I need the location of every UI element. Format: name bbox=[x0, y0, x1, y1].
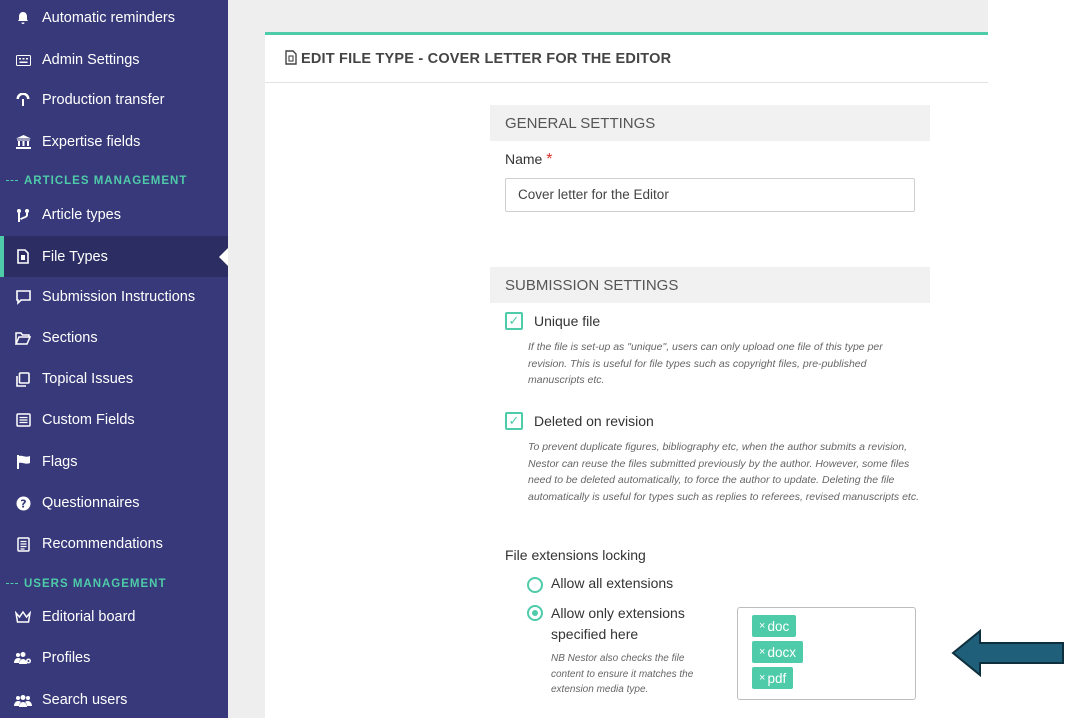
sidebar-item-article-types[interactable]: Article types bbox=[0, 195, 228, 235]
sidebar-item-label: Article types bbox=[42, 207, 121, 223]
svg-text:?: ? bbox=[20, 497, 26, 510]
allow-all-extensions-label: Allow all extensions bbox=[551, 575, 674, 591]
general-settings-heading: GENERAL SETTINGS bbox=[490, 105, 930, 141]
sidebar-item-label: Production transfer bbox=[42, 92, 165, 108]
sidebar: Automatic reminders Admin Settings Produ… bbox=[0, 0, 228, 718]
allow-only-extensions-label: Allow only extensions specified here bbox=[551, 605, 685, 642]
transfer-icon bbox=[14, 91, 32, 109]
file-icon bbox=[285, 49, 297, 68]
extensions-help: NB Nestor also checks the file content t… bbox=[551, 653, 694, 695]
deleted-on-revision-checkbox[interactable]: ✓ bbox=[505, 412, 523, 430]
sidebar-item-label: File Types bbox=[42, 248, 108, 265]
allow-all-extensions-radio[interactable] bbox=[527, 577, 543, 593]
sidebar-item-submission-instructions[interactable]: Submission Instructions bbox=[0, 277, 228, 317]
extension-tag[interactable]: × pdf bbox=[752, 667, 794, 689]
remove-tag-icon[interactable]: × bbox=[759, 646, 765, 658]
sidebar-item-topical-issues[interactable]: Topical Issues bbox=[0, 359, 228, 399]
section-label-articles: ARTICLES MANAGEMENT bbox=[6, 175, 187, 187]
left-arrow-icon bbox=[950, 628, 1066, 683]
sidebar-item-search-users[interactable]: Search users bbox=[0, 680, 228, 720]
sidebar-item-label: Automatic reminders bbox=[42, 10, 175, 26]
flag-icon bbox=[14, 453, 32, 471]
document-icon bbox=[14, 535, 32, 553]
sidebar-item-sections[interactable]: Sections bbox=[0, 318, 228, 358]
keyboard-icon bbox=[14, 51, 32, 69]
sidebar-item-label: Profiles bbox=[42, 650, 91, 666]
extensions-tag-input[interactable]: × doc × docx × pdf bbox=[737, 607, 916, 700]
list-icon bbox=[14, 411, 32, 429]
sidebar-item-custom-fields[interactable]: Custom Fields bbox=[0, 400, 228, 440]
file-extensions-label: File extensions locking bbox=[505, 547, 646, 563]
sidebar-item-recommendations[interactable]: Recommendations bbox=[0, 524, 228, 564]
sidebar-item-admin-settings[interactable]: Admin Settings bbox=[0, 40, 228, 80]
sidebar-item-profiles[interactable]: Profiles bbox=[0, 638, 228, 678]
sidebar-item-editorial-board[interactable]: Editorial board bbox=[0, 597, 228, 637]
branch-icon bbox=[14, 206, 32, 224]
remove-tag-icon[interactable]: × bbox=[759, 620, 765, 632]
sidebar-item-label: Search users bbox=[42, 692, 128, 708]
sidebar-item-label: Editorial board bbox=[42, 609, 136, 625]
top-bar bbox=[228, 0, 988, 32]
folder-open-icon bbox=[14, 329, 32, 347]
sidebar-item-label: Sections bbox=[42, 330, 98, 346]
content-gutter bbox=[228, 32, 265, 718]
sidebar-item-label: Expertise fields bbox=[42, 134, 141, 150]
file-icon bbox=[14, 248, 32, 266]
question-icon: ? bbox=[14, 494, 32, 512]
allow-only-extensions-radio[interactable] bbox=[527, 605, 543, 621]
sidebar-item-label: Custom Fields bbox=[42, 412, 135, 428]
name-field[interactable]: Cover letter for the Editor bbox=[505, 178, 915, 212]
message-icon bbox=[14, 288, 32, 306]
sidebar-item-file-types[interactable]: File Types bbox=[0, 236, 228, 277]
deleted-on-revision-label: Deleted on revision bbox=[534, 413, 654, 429]
sidebar-item-flags[interactable]: Flags bbox=[0, 442, 228, 482]
required-mark: * bbox=[546, 151, 553, 168]
unique-file-checkbox[interactable]: ✓ bbox=[505, 312, 523, 330]
sidebar-item-label: Topical Issues bbox=[42, 371, 134, 387]
users-cog-icon bbox=[14, 649, 32, 667]
remove-tag-icon[interactable]: × bbox=[759, 672, 765, 684]
copy-icon bbox=[14, 370, 32, 388]
sidebar-item-label: Flags bbox=[42, 454, 78, 470]
sidebar-item-label: Submission Instructions bbox=[42, 289, 196, 305]
name-label: Name * bbox=[505, 151, 553, 168]
page-title: EDIT FILE TYPE - COVER LETTER FOR THE ED… bbox=[301, 50, 672, 67]
sidebar-item-label: Admin Settings bbox=[42, 52, 140, 68]
extension-tag[interactable]: × doc bbox=[752, 615, 797, 637]
submission-settings-heading: SUBMISSION SETTINGS bbox=[490, 267, 930, 303]
deleted-on-revision-help: To prevent duplicate figures, bibliograp… bbox=[528, 441, 920, 503]
unique-file-label: Unique file bbox=[534, 313, 601, 329]
panel-header: EDIT FILE TYPE - COVER LETTER FOR THE ED… bbox=[265, 35, 988, 83]
bell-icon bbox=[14, 9, 32, 27]
institution-icon bbox=[14, 133, 32, 151]
sidebar-item-production-transfer[interactable]: Production transfer bbox=[0, 80, 228, 120]
crown-icon bbox=[14, 608, 32, 626]
unique-file-help: If the file is set-up as "unique", users… bbox=[528, 341, 883, 386]
section-label-users: USERS MANAGEMENT bbox=[6, 578, 167, 590]
sidebar-item-label: Recommendations bbox=[42, 536, 163, 552]
edit-file-type-panel: EDIT FILE TYPE - COVER LETTER FOR THE ED… bbox=[265, 32, 988, 721]
sidebar-item-automatic-reminders[interactable]: Automatic reminders bbox=[0, 0, 228, 38]
sidebar-item-questionnaires[interactable]: ? Questionnaires bbox=[0, 483, 228, 523]
extension-tag[interactable]: × docx bbox=[752, 641, 803, 663]
sidebar-item-label: Questionnaires bbox=[42, 495, 140, 511]
users-icon bbox=[14, 691, 32, 709]
sidebar-item-expertise-fields[interactable]: Expertise fields bbox=[0, 122, 228, 162]
